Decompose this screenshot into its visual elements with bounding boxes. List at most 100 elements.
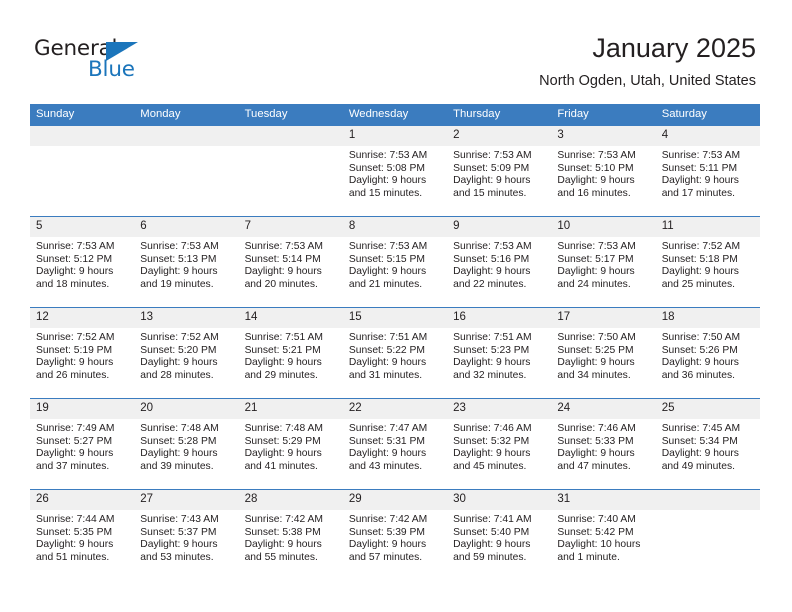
day-number: 20 xyxy=(134,399,239,419)
calendar-cell-day-14[interactable]: 14 Sunrise: 7:51 AM Sunset: 5:21 PM Dayligh… xyxy=(238,307,343,399)
cell-inner: 28 Sunrise: 7:42 AM Sunset: 5:38 PM Dayligh… xyxy=(238,490,343,580)
day-number: 30 xyxy=(447,490,552,510)
daylight-text-line2: and 59 minutes. xyxy=(453,551,527,563)
calendar-cell-day-8[interactable]: 8 Sunrise: 7:53 AM Sunset: 5:15 PM Daylight… xyxy=(342,216,448,308)
sunrise-text: Sunrise: 7:48 AM xyxy=(140,423,219,434)
calendar-cell-day-7[interactable]: 7 Sunrise: 7:53 AM Sunset: 5:14 PM Daylight… xyxy=(238,216,343,308)
calendar-cell-day-21[interactable]: 21 Sunrise: 7:48 AM Sunset: 5:29 PM Dayligh… xyxy=(238,398,343,490)
daylight-text-line1: Daylight: 9 hours xyxy=(453,357,531,369)
daylight-text-line1: Daylight: 9 hours xyxy=(348,357,427,369)
daylight-text-line2: and 41 minutes. xyxy=(244,460,318,472)
sunrise-text: Sunrise: 7:53 AM xyxy=(36,241,115,252)
cell-inner: 8 Sunrise: 7:53 AM Sunset: 5:15 PM Daylight… xyxy=(342,217,448,307)
cell-inner xyxy=(655,490,760,580)
cell-inner: 20 Sunrise: 7:48 AM Sunset: 5:28 PM Dayligh… xyxy=(134,399,239,489)
calendar-cell-day-2[interactable]: 2 Sunrise: 7:53 AM Sunset: 5:09 PM Daylight… xyxy=(447,125,552,217)
calendar-cell-day-20[interactable]: 20 Sunrise: 7:48 AM Sunset: 5:28 PM Dayligh… xyxy=(134,398,239,490)
sunset-text: Sunset: 5:17 PM xyxy=(557,253,634,265)
daylight-text-line1: Daylight: 9 hours xyxy=(36,266,114,278)
calendar-cell-day-24[interactable]: 24 Sunrise: 7:46 AM Sunset: 5:33 PM Dayligh… xyxy=(551,398,656,490)
calendar-cell-day-10[interactable]: 10 Sunrise: 7:53 AM Sunset: 5:17 PM Dayligh… xyxy=(551,216,656,308)
sunset-text: Sunset: 5:14 PM xyxy=(244,253,321,265)
calendar-cell-day-5[interactable]: 5 Sunrise: 7:53 AM Sunset: 5:12 PM Daylight… xyxy=(30,216,135,308)
daylight-text-line2: and 15 minutes. xyxy=(453,187,527,199)
daylight-text-line1: Daylight: 9 hours xyxy=(348,448,427,460)
sunrise-text: Sunrise: 7:52 AM xyxy=(36,332,115,343)
daylight-text-line1: Daylight: 9 hours xyxy=(557,357,635,369)
sunrise-text: Sunrise: 7:41 AM xyxy=(453,514,532,525)
sunrise-text: Sunrise: 7:42 AM xyxy=(348,514,428,525)
calendar-cell-day-23[interactable]: 23 Sunrise: 7:46 AM Sunset: 5:32 PM Dayligh… xyxy=(447,398,552,490)
calendar-cell-day-15[interactable]: 15 Sunrise: 7:51 AM Sunset: 5:22 PM Dayligh… xyxy=(342,307,448,399)
day-number: 4 xyxy=(655,126,760,146)
sunrise-text: Sunrise: 7:46 AM xyxy=(453,423,532,434)
calendar-cell-day-25[interactable]: 25 Sunrise: 7:45 AM Sunset: 5:34 PM Dayligh… xyxy=(655,398,760,490)
daylight-text-line1: Daylight: 9 hours xyxy=(348,539,427,551)
calendar-cell-day-22[interactable]: 22 Sunrise: 7:47 AM Sunset: 5:31 PM Dayligh… xyxy=(342,398,448,490)
day-number: 6 xyxy=(134,217,239,237)
sunrise-text: Sunrise: 7:51 AM xyxy=(453,332,532,343)
day-number: 19 xyxy=(30,399,135,419)
calendar-cell-day-11[interactable]: 11 Sunrise: 7:52 AM Sunset: 5:18 PM Dayligh… xyxy=(655,216,760,308)
cell-inner: 13 Sunrise: 7:52 AM Sunset: 5:20 PM Dayligh… xyxy=(134,308,239,398)
calendar-week-row: 19 Sunrise: 7:49 AM Sunset: 5:27 PM Dayligh… xyxy=(30,398,760,490)
calendar-cell-day-31[interactable]: 31 Sunrise: 7:40 AM Sunset: 5:42 PM Dayligh… xyxy=(551,489,656,580)
daylight-text-line2: and 20 minutes. xyxy=(244,278,318,290)
daylight-text-line1: Daylight: 9 hours xyxy=(36,448,114,460)
weekday-header-monday: Monday xyxy=(134,104,239,126)
calendar-cell-day-6[interactable]: 6 Sunrise: 7:53 AM Sunset: 5:13 PM Daylight… xyxy=(134,216,239,308)
cell-inner: 7 Sunrise: 7:53 AM Sunset: 5:14 PM Daylight… xyxy=(238,217,343,307)
calendar-cell-day-3[interactable]: 3 Sunrise: 7:53 AM Sunset: 5:10 PM Daylight… xyxy=(551,125,656,217)
day-details: Sunrise: 7:48 AM Sunset: 5:28 PM Daylight:… xyxy=(134,419,238,473)
sunrise-text: Sunrise: 7:51 AM xyxy=(348,332,428,343)
calendar-cell-day-29[interactable]: 29 Sunrise: 7:42 AM Sunset: 5:39 PM Dayligh… xyxy=(342,489,448,580)
day-details: Sunrise: 7:53 AM Sunset: 5:09 PM Daylight:… xyxy=(447,146,551,200)
sunrise-text: Sunrise: 7:49 AM xyxy=(36,423,115,434)
cell-inner: 24 Sunrise: 7:46 AM Sunset: 5:33 PM Dayligh… xyxy=(551,399,656,489)
daylight-text-line2: and 18 minutes. xyxy=(36,278,110,290)
sunrise-text: Sunrise: 7:53 AM xyxy=(348,150,428,161)
daylight-text-line1: Daylight: 9 hours xyxy=(140,357,218,369)
day-number: 17 xyxy=(551,308,656,328)
daylight-text-line1: Daylight: 9 hours xyxy=(140,539,218,551)
calendar-cell-day-30[interactable]: 30 Sunrise: 7:41 AM Sunset: 5:40 PM Dayligh… xyxy=(447,489,552,580)
calendar-cell-day-18[interactable]: 18 Sunrise: 7:50 AM Sunset: 5:26 PM Dayligh… xyxy=(655,307,760,399)
sunrise-text: Sunrise: 7:47 AM xyxy=(348,423,428,434)
sunset-text: Sunset: 5:15 PM xyxy=(348,253,425,265)
cell-inner: 29 Sunrise: 7:42 AM Sunset: 5:39 PM Dayligh… xyxy=(342,490,448,580)
cell-inner: 25 Sunrise: 7:45 AM Sunset: 5:34 PM Dayligh… xyxy=(655,399,760,489)
sunrise-text: Sunrise: 7:43 AM xyxy=(140,514,219,525)
day-details: Sunrise: 7:40 AM Sunset: 5:42 PM Daylight:… xyxy=(551,510,655,564)
calendar-cell-day-26[interactable]: 26 Sunrise: 7:44 AM Sunset: 5:35 PM Dayligh… xyxy=(30,489,135,580)
day-details: Sunrise: 7:48 AM Sunset: 5:29 PM Daylight:… xyxy=(239,419,343,473)
day-number: 24 xyxy=(551,399,656,419)
sunrise-text: Sunrise: 7:50 AM xyxy=(557,332,636,343)
calendar-cell-day-27[interactable]: 27 Sunrise: 7:43 AM Sunset: 5:37 PM Dayligh… xyxy=(134,489,239,580)
day-number: 26 xyxy=(30,490,135,510)
day-number: 12 xyxy=(30,308,135,328)
calendar-cell-day-13[interactable]: 13 Sunrise: 7:52 AM Sunset: 5:20 PM Dayligh… xyxy=(134,307,239,399)
general-blue-logo[interactable]: General Blue xyxy=(34,38,164,84)
day-number: 1 xyxy=(342,126,448,146)
sunrise-text: Sunrise: 7:53 AM xyxy=(661,150,741,161)
cell-inner: 19 Sunrise: 7:49 AM Sunset: 5:27 PM Dayligh… xyxy=(30,399,135,489)
calendar-cell-day-4[interactable]: 4 Sunrise: 7:53 AM Sunset: 5:11 PM Daylight… xyxy=(655,125,760,217)
sunset-text: Sunset: 5:28 PM xyxy=(140,435,217,447)
cell-inner: 15 Sunrise: 7:51 AM Sunset: 5:22 PM Dayligh… xyxy=(342,308,448,398)
calendar-cell-day-9[interactable]: 9 Sunrise: 7:53 AM Sunset: 5:16 PM Daylight… xyxy=(447,216,552,308)
page-title: January 2025 xyxy=(592,33,756,63)
calendar-cell-day-28[interactable]: 28 Sunrise: 7:42 AM Sunset: 5:38 PM Dayligh… xyxy=(238,489,343,580)
sunset-text: Sunset: 5:27 PM xyxy=(36,435,113,447)
cell-inner: 10 Sunrise: 7:53 AM Sunset: 5:17 PM Dayligh… xyxy=(551,217,656,307)
calendar-cell-day-19[interactable]: 19 Sunrise: 7:49 AM Sunset: 5:27 PM Dayligh… xyxy=(30,398,135,490)
calendar-week-row: 12 Sunrise: 7:52 AM Sunset: 5:19 PM Dayligh… xyxy=(30,307,760,399)
calendar-cell-day-16[interactable]: 16 Sunrise: 7:51 AM Sunset: 5:23 PM Dayligh… xyxy=(447,307,552,399)
day-details: Sunrise: 7:49 AM Sunset: 5:27 PM Daylight:… xyxy=(30,419,134,473)
day-details: Sunrise: 7:52 AM Sunset: 5:19 PM Daylight:… xyxy=(30,328,134,382)
calendar-cell-day-12[interactable]: 12 Sunrise: 7:52 AM Sunset: 5:19 PM Dayligh… xyxy=(30,307,135,399)
daylight-text-line1: Daylight: 9 hours xyxy=(557,266,635,278)
sunset-text: Sunset: 5:42 PM xyxy=(557,526,634,538)
day-number: 31 xyxy=(551,490,656,510)
calendar-cell-day-17[interactable]: 17 Sunrise: 7:50 AM Sunset: 5:25 PM Dayligh… xyxy=(551,307,656,399)
calendar-cell-day-1[interactable]: 1 Sunrise: 7:53 AM Sunset: 5:08 PM Daylight… xyxy=(342,125,448,217)
